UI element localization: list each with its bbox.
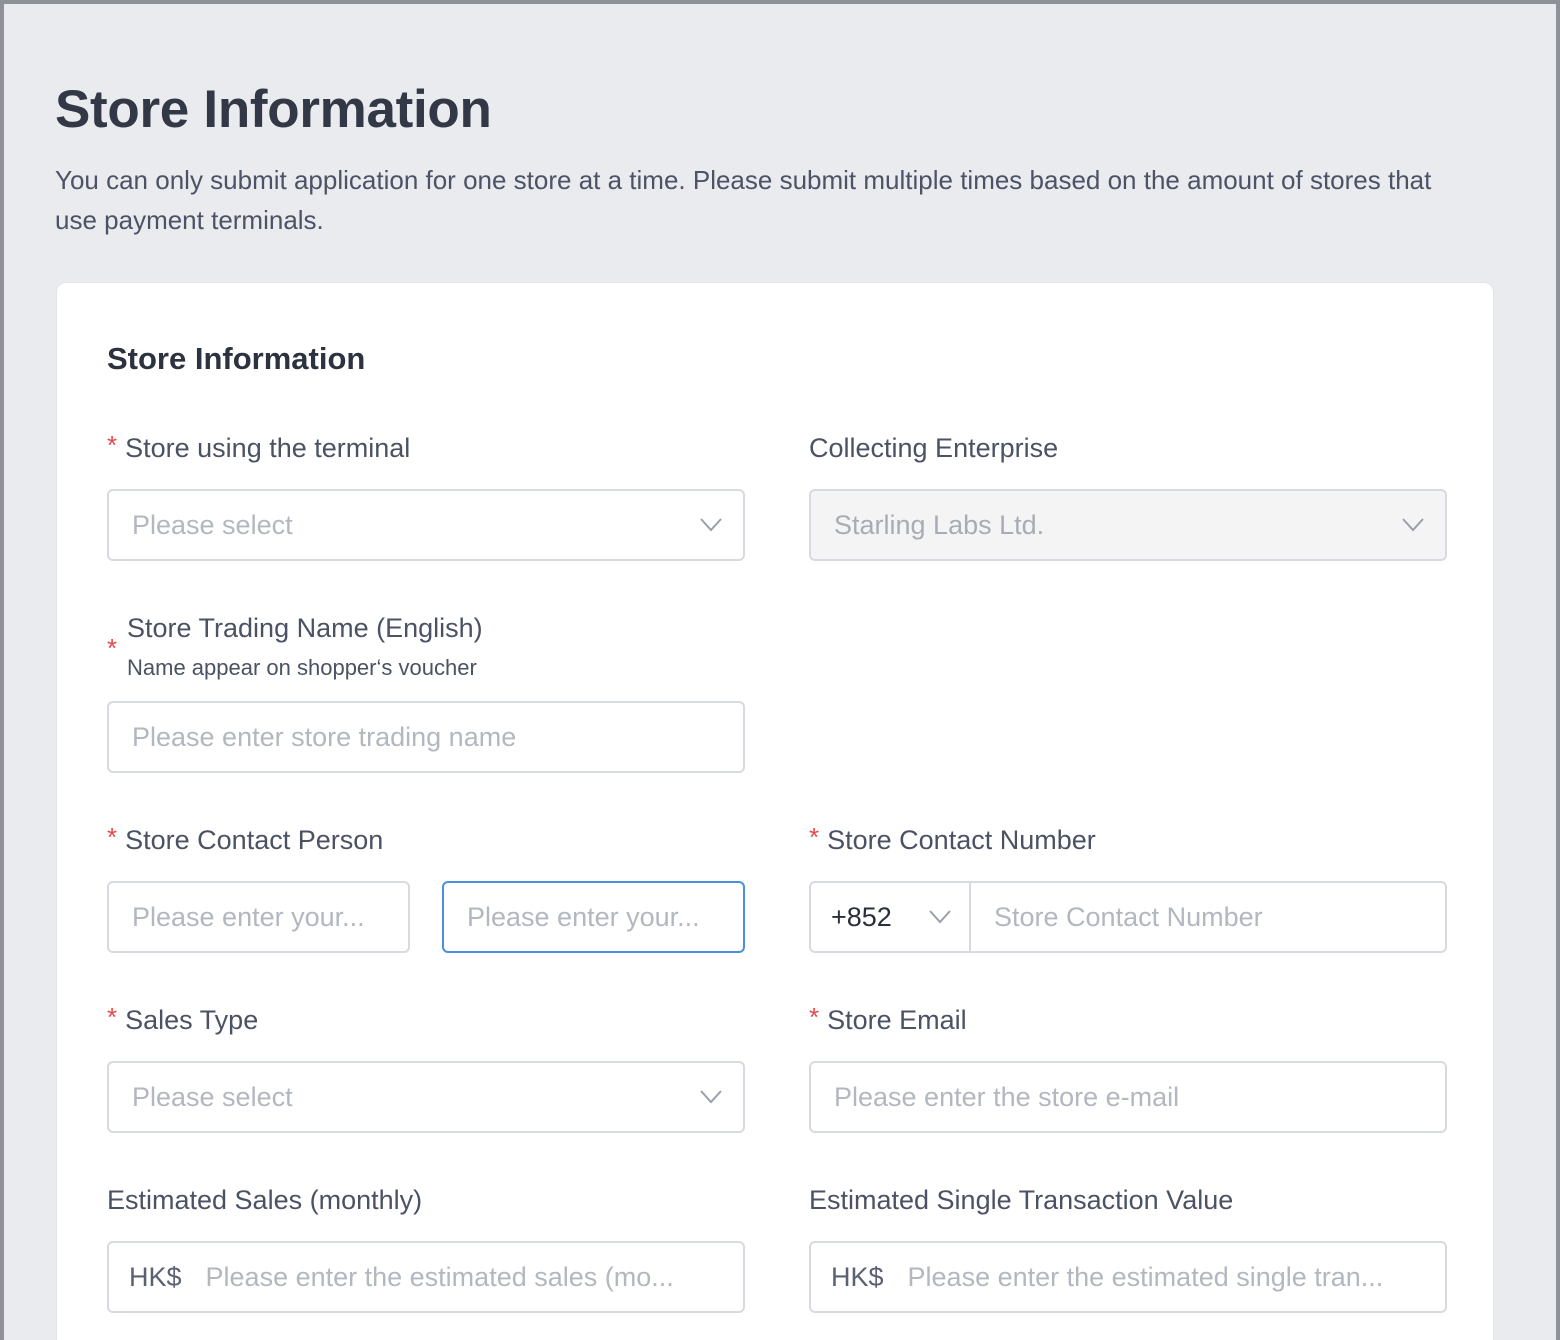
required-marker: *	[107, 1002, 118, 1032]
estimated-single-label: Estimated Single Transaction Value	[809, 1185, 1234, 1215]
chevron-down-icon	[689, 1063, 733, 1131]
contact-person-label: * Store Contact Person	[107, 822, 384, 855]
estimated-sales-placeholder: Please enter the estimated sales (mo...	[205, 1261, 674, 1292]
currency-prefix: HK$	[831, 1261, 884, 1292]
chevron-down-icon	[689, 491, 733, 559]
estimated-sales-input[interactable]: HK$ Please enter the estimated sales (mo…	[107, 1241, 745, 1313]
contact-last-name-input[interactable]: Please enter your...	[442, 881, 745, 953]
required-marker: *	[107, 430, 118, 460]
page-header: Store Information You can only submit ap…	[55, 80, 1495, 240]
trading-name-placeholder: Please enter store trading name	[132, 721, 517, 752]
page-title: Store Information	[55, 80, 492, 139]
contact-number-group: +852 Store Contact Number	[809, 881, 1447, 953]
store-terminal-select[interactable]: Please select	[107, 489, 745, 561]
contact-first-name-input[interactable]: Please enter your...	[107, 881, 410, 953]
country-code-select[interactable]: +852	[811, 883, 971, 951]
trading-name-hint: Name appear on shopper‘s voucher	[127, 655, 477, 680]
store-email-placeholder: Please enter the store e-mail	[834, 1081, 1180, 1112]
page-description: You can only submit application for one …	[55, 165, 1432, 235]
sales-type-placeholder: Please select	[132, 1081, 293, 1112]
chevron-down-icon	[925, 883, 955, 951]
collecting-enterprise-select[interactable]: Starling Labs Ltd.	[809, 489, 1447, 561]
contact-number-label: * Store Contact Number	[809, 822, 1096, 855]
contact-number-input[interactable]: Store Contact Number	[971, 902, 1445, 933]
sales-type-select[interactable]: Please select	[107, 1061, 745, 1133]
card-title: Store Information	[107, 341, 366, 376]
trading-name-input[interactable]: Please enter store trading name	[107, 701, 745, 773]
trading-name-label: Store Trading Name (English)	[127, 613, 483, 643]
country-code-value: +852	[831, 901, 892, 932]
required-marker: *	[809, 1002, 820, 1032]
chevron-down-icon	[1391, 491, 1435, 559]
sales-type-label: * Sales Type	[107, 1002, 259, 1035]
collecting-enterprise-label: Collecting Enterprise	[809, 433, 1059, 463]
store-info-card: Store Information * Store using the termi…	[56, 282, 1494, 1340]
store-terminal-placeholder: Please select	[132, 509, 293, 540]
estimated-single-placeholder: Please enter the estimated single tran..…	[907, 1261, 1384, 1292]
estimated-single-input[interactable]: HK$ Please enter the estimated single tr…	[809, 1241, 1447, 1313]
store-email-input[interactable]: Please enter the store e-mail	[809, 1061, 1447, 1133]
currency-prefix: HK$	[129, 1261, 182, 1292]
required-marker: *	[107, 822, 118, 852]
contact-first-name-placeholder: Please enter your...	[132, 901, 365, 932]
store-terminal-label: * Store using the terminal	[107, 430, 411, 463]
estimated-sales-label: Estimated Sales (monthly)	[107, 1185, 423, 1215]
contact-last-name-placeholder: Please enter your...	[467, 901, 700, 932]
required-marker: *	[107, 633, 118, 663]
store-email-label: * Store Email	[809, 1002, 967, 1035]
collecting-enterprise-value: Starling Labs Ltd.	[834, 509, 1045, 540]
required-marker: *	[809, 822, 820, 852]
